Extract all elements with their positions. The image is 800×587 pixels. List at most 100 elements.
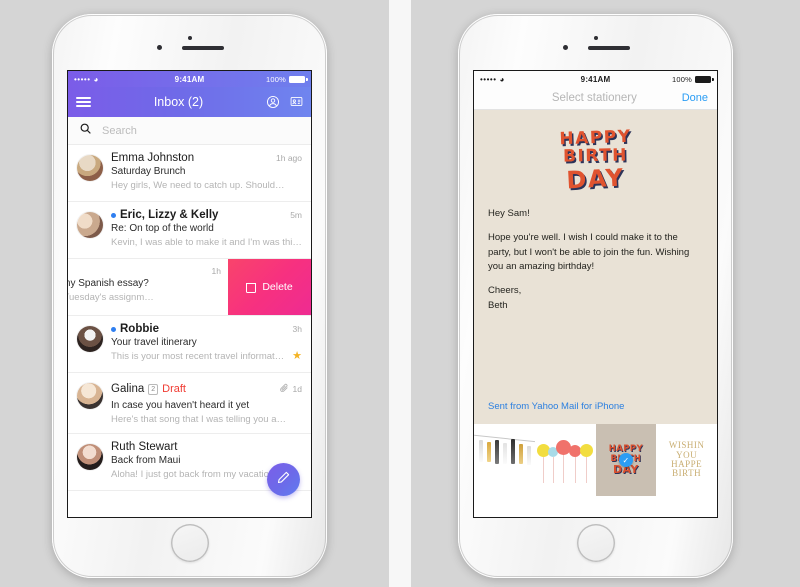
avatar: [77, 383, 103, 409]
mail-list: Emma Johnston 1h ago Saturday Brunch Hey…: [68, 145, 311, 491]
sender-name: Emma Johnston: [111, 152, 195, 164]
wifi-icon: ◕: [93, 74, 99, 84]
proximity-sensor-icon: [187, 36, 192, 40]
balloon-stick: [552, 457, 554, 483]
inbox-navbar: Inbox (2): [68, 87, 311, 117]
mail-header: Robbie 3h: [111, 323, 302, 335]
home-button[interactable]: [576, 524, 615, 562]
subject-line: lp with my Spanish essay?: [68, 278, 149, 289]
timestamp: 1h: [211, 266, 221, 276]
stationery-topbar: Select stationery Done: [474, 87, 717, 110]
garland-string: [474, 434, 535, 443]
balloon-stick: [585, 457, 587, 483]
search-input[interactable]: Search: [102, 125, 137, 137]
timestamp: 3h: [292, 324, 302, 334]
sender-name: Galina: [111, 383, 145, 395]
tassel: [527, 446, 531, 465]
timestamp: 5m: [290, 210, 302, 220]
avatar: [77, 155, 103, 181]
status-left: ••••• ◕: [480, 75, 581, 84]
delete-button[interactable]: Delete: [228, 259, 311, 315]
stationery-thumb-balloons[interactable]: [534, 424, 596, 496]
iphone-device-left: ••••• ◕ 9:41AM 100% Inbox (2) Search Emm…: [52, 14, 327, 578]
tassel: [503, 443, 507, 464]
draft-label: Draft: [162, 383, 186, 395]
stationery-thumb-gold-wishing[interactable]: WISHIN YOU HAPPE BIRTH: [656, 424, 717, 496]
birthday-artwork: HAPPY BIRTH DAY: [488, 110, 703, 201]
avatar: [77, 444, 103, 470]
table-row-swiped[interactable]: 1h lp with my Spanish essay? ne with Tue…: [68, 259, 311, 316]
email-signature: Sent from Yahoo Mail for iPhone: [488, 401, 625, 412]
battery-icon: [289, 75, 308, 83]
subject-line: Back from Maui: [111, 455, 181, 466]
mail-content: Robbie 3h Your travel itinerary This is …: [111, 323, 302, 364]
email-body[interactable]: Hey Sam! Hope you're well. I wish I coul…: [488, 201, 703, 313]
mail-header: Eric, Lizzy & Kelly 5m: [111, 209, 302, 221]
status-bar-left: ••••• ◕ 9:41AM 100%: [68, 71, 311, 87]
signal-icon: •••••: [74, 74, 91, 84]
status-time: 9:41AM: [580, 74, 611, 84]
left-screen: ••••• ◕ 9:41AM 100% Inbox (2) Search Emm…: [67, 70, 312, 518]
proximity-sensor-icon: [593, 36, 598, 40]
stationery-picker: HAPPY BIRTH DAY ✓ WISHIN YOU HAPPE BIRTH: [474, 424, 717, 496]
compose-button[interactable]: [267, 463, 300, 496]
balloon: [579, 444, 593, 457]
mail-content: Eric, Lizzy & Kelly 5m Re: On top of the…: [111, 209, 302, 250]
subject-line: Re: On top of the world: [111, 223, 214, 234]
done-button[interactable]: Done: [682, 92, 708, 104]
status-bar-right: ••••• ◕ 9:41AM 100%: [474, 71, 717, 87]
mail-header: Ruth Stewart: [111, 441, 302, 453]
tassel: [519, 444, 523, 464]
compose-pencil-icon: [276, 470, 291, 490]
preview-text: Kevin, I was able to make it and I'm was…: [111, 237, 302, 248]
tassel: [487, 442, 491, 462]
unread-dot-icon: [111, 326, 116, 332]
email-preview: HAPPY BIRTH DAY Hey Sam! Hope you're wel…: [474, 110, 717, 424]
table-row[interactable]: Emma Johnston 1h ago Saturday Brunch Hey…: [68, 145, 311, 202]
person-circle-icon[interactable]: [266, 95, 280, 109]
mail-content: Galina 2 Draft 1d In case you haven't he…: [111, 380, 302, 425]
home-button[interactable]: [170, 524, 209, 562]
contact-card-icon[interactable]: [289, 95, 303, 109]
table-row[interactable]: Robbie 3h Your travel itinerary This is …: [68, 316, 311, 373]
signal-icon: •••••: [480, 74, 497, 84]
trash-icon: [246, 282, 257, 293]
navbar-actions: [266, 95, 303, 109]
balloon-stick: [562, 455, 564, 483]
stationery-thumb-happy-birthday[interactable]: HAPPY BIRTH DAY ✓: [595, 424, 657, 496]
iphone-device-right: ••••• ◕ 9:41AM 100% Select stationery Do…: [458, 14, 733, 578]
mail-content: Emma Johnston 1h ago Saturday Brunch Hey…: [111, 152, 302, 193]
balloon: [568, 445, 581, 457]
subject-line: Saturday Brunch: [111, 166, 186, 177]
email-paragraph: Hope you're well. I wish I could make it…: [488, 231, 690, 273]
preview-text: ne with Tuesday's assignm…: [68, 292, 154, 303]
status-right: 100%: [610, 74, 714, 84]
table-row[interactable]: Galina 2 Draft 1d In case you haven't he…: [68, 373, 311, 434]
tassel: [511, 439, 515, 464]
hamburger-menu-icon[interactable]: [76, 96, 91, 108]
mail-header: Emma Johnston 1h ago: [111, 152, 302, 164]
wifi-icon: ◕: [499, 74, 505, 84]
preview-text: Here's that song that I was telling you …: [111, 414, 287, 425]
star-icon[interactable]: ★: [292, 349, 302, 362]
preview-row: This is your most recent travel informat…: [111, 348, 302, 362]
battery-percent: 100%: [672, 74, 692, 84]
search-icon: [79, 122, 92, 140]
page-title: Inbox (2): [153, 95, 204, 109]
status-right: 100%: [204, 75, 308, 84]
sender-name: Eric, Lizzy & Kelly: [120, 209, 219, 221]
stationery-thumb-tassel-garland[interactable]: [474, 424, 535, 496]
preview-text: This is your most recent travel informat…: [111, 351, 287, 362]
timestamp: 1d: [292, 384, 302, 394]
mail-content: 1h lp with my Spanish essay? ne with Tue…: [68, 259, 230, 315]
avatar: [77, 212, 103, 238]
avatar: [77, 326, 103, 352]
search-bar[interactable]: Search: [68, 117, 311, 145]
subject-line: In case you haven't heard it yet: [111, 400, 250, 411]
front-camera-icon: [562, 45, 568, 50]
balloon-stick: [542, 457, 544, 483]
table-row[interactable]: Eric, Lizzy & Kelly 5m Re: On top of the…: [68, 202, 311, 259]
email-greeting: Hey Sam!: [488, 208, 530, 220]
status-time: 9:41AM: [174, 74, 205, 84]
balloon-stick: [574, 457, 576, 483]
